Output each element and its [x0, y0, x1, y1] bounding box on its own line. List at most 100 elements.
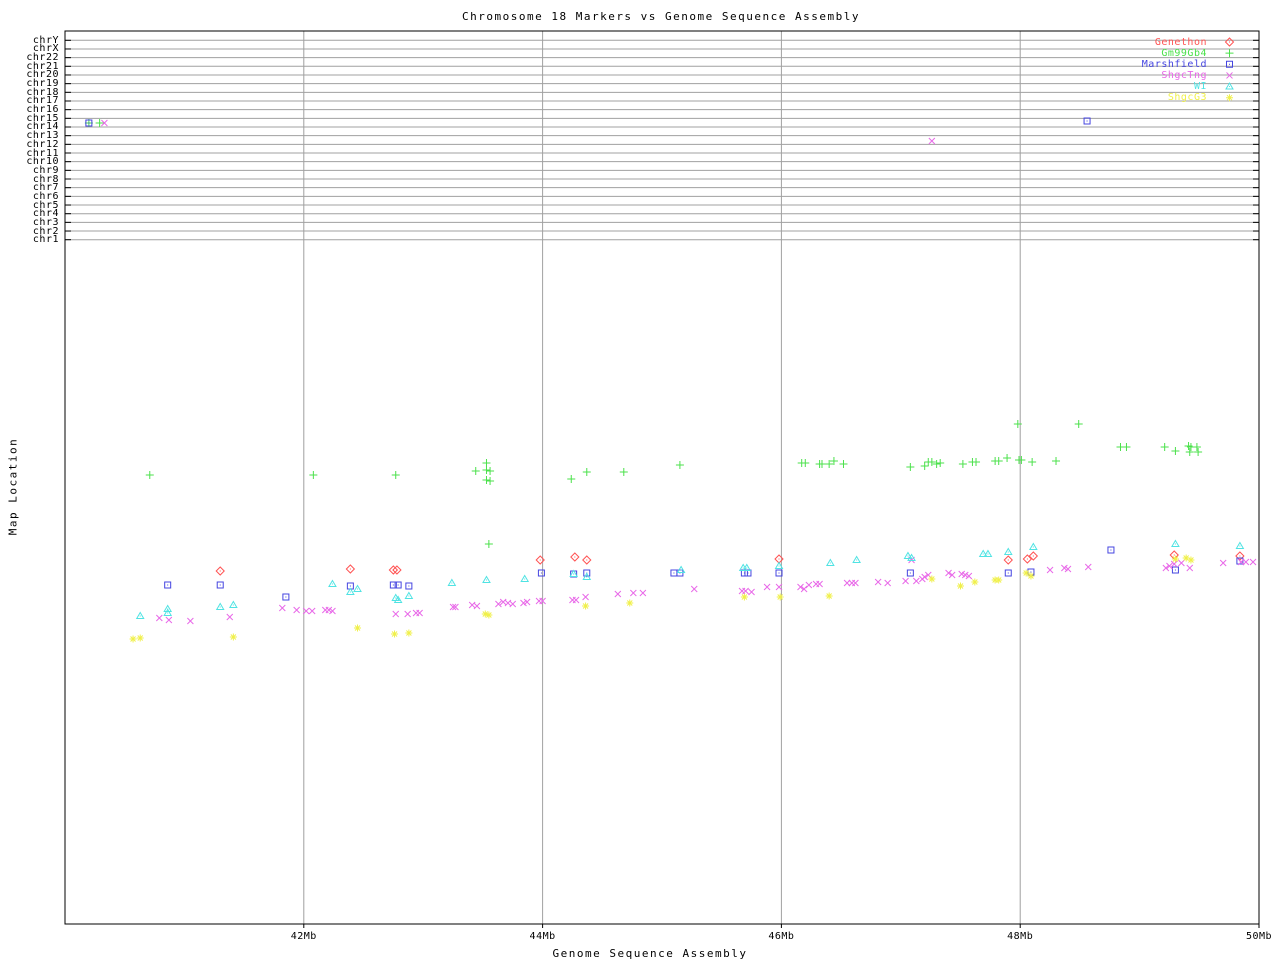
- data-point-diamond: [1224, 37, 1235, 47]
- data-point-xmark: [884, 579, 892, 587]
- data-point-square: [1083, 117, 1091, 125]
- data-point-xmark: [639, 589, 647, 597]
- data-point-xmark: [155, 614, 163, 622]
- data-point-star: [391, 630, 399, 638]
- data-point-plus: [1028, 458, 1037, 466]
- data-point-triangle: [353, 584, 362, 592]
- data-point-xmark: [629, 589, 637, 597]
- data-point-xmark: [473, 602, 481, 610]
- data-point-plus: [567, 475, 576, 483]
- data-point-star: [971, 578, 979, 586]
- data-point-diamond: [1003, 555, 1013, 565]
- data-point-star: [928, 575, 936, 583]
- data-point-star: [129, 635, 137, 643]
- data-point-plus: [675, 461, 684, 469]
- data-point-xmark: [805, 581, 813, 589]
- data-point-plus: [1003, 454, 1012, 462]
- x-tick-label: 42Mb: [290, 931, 317, 942]
- x-tick-label: 44Mb: [529, 931, 556, 942]
- data-point-xmark: [226, 613, 234, 621]
- data-point-plus: [932, 460, 941, 468]
- data-point-star: [776, 593, 784, 601]
- data-point-plus: [994, 457, 1003, 465]
- data-point-diamond: [582, 555, 592, 565]
- data-point-plus: [486, 467, 495, 475]
- x-axis-title: Genome Sequence Assembly: [552, 947, 748, 960]
- data-point-xmark: [1219, 559, 1227, 567]
- data-point-plus: [1160, 443, 1169, 451]
- data-point-plus: [482, 466, 491, 474]
- data-point-xmark: [852, 579, 859, 587]
- data-point-triangle: [852, 555, 861, 563]
- legend-label-marshfield: Marshfield: [1141, 58, 1207, 70]
- data-point-xmark: [1084, 563, 1092, 571]
- data-point-xmark: [509, 600, 517, 608]
- plot-frame: [64, 30, 1260, 925]
- data-point-star: [485, 611, 493, 619]
- data-point-plus: [920, 462, 929, 470]
- data-point-xmark: [748, 588, 755, 596]
- data-point-star: [229, 633, 237, 641]
- data-point-triangle: [1171, 539, 1180, 547]
- data-point-plus: [1074, 420, 1083, 428]
- data-point-plus: [1052, 457, 1061, 465]
- y-axis-label-chr1: chr1: [32, 234, 59, 246]
- data-point-star: [740, 593, 748, 601]
- data-point-square: [405, 582, 413, 590]
- data-point-plus: [1192, 443, 1201, 451]
- data-point-triangle: [135, 611, 145, 619]
- data-point-star: [354, 624, 362, 632]
- data-point-xmark: [278, 604, 286, 612]
- legend-label-gm99gb4: Gm99Gb4: [1161, 47, 1207, 59]
- data-point-plus: [1122, 443, 1131, 451]
- data-point-square: [1171, 566, 1179, 574]
- data-point-triangle: [447, 578, 457, 586]
- x-tick-label: 46Mb: [768, 931, 795, 942]
- data-point-diamond: [570, 552, 580, 562]
- data-point-xmark: [928, 137, 936, 145]
- data-point-triangle: [482, 575, 491, 583]
- data-point-triangle: [215, 602, 225, 610]
- data-point-star: [405, 629, 413, 637]
- data-point-plus: [936, 459, 945, 467]
- data-point-xmark: [1186, 564, 1194, 572]
- data-point-xmark: [912, 577, 920, 585]
- data-point-star: [995, 576, 1003, 584]
- data-point-star: [1187, 556, 1195, 564]
- data-point-plus: [471, 467, 480, 475]
- data-point-xmark: [416, 609, 423, 617]
- data-point-xmark: [1178, 559, 1185, 567]
- data-point-xmark: [308, 607, 316, 615]
- data-point-star: [626, 599, 634, 607]
- y-axis-title: Map Location: [6, 437, 20, 536]
- data-point-xmark: [582, 593, 589, 601]
- data-point-square: [1107, 546, 1115, 554]
- data-point-square: [906, 569, 914, 577]
- data-point-plus: [1194, 448, 1203, 456]
- data-point-xmark: [392, 610, 400, 618]
- data-point-triangle: [1235, 541, 1245, 549]
- data-point-plus: [1185, 448, 1194, 456]
- data-point-square: [282, 593, 290, 601]
- data-point-xmark: [690, 585, 698, 593]
- data-point-plus: [619, 468, 628, 476]
- data-point-xmark: [293, 606, 300, 614]
- data-point-plus: [927, 458, 936, 466]
- data-point-star: [1171, 555, 1179, 563]
- data-point-square: [537, 569, 545, 577]
- data-point-xmark: [1249, 558, 1257, 566]
- data-point-square: [164, 581, 172, 589]
- data-point-plus: [145, 471, 154, 479]
- data-point-xmark: [572, 596, 580, 604]
- data-point-xmark: [902, 577, 909, 585]
- data-point-plus: [309, 471, 318, 479]
- data-point-plus: [906, 463, 915, 471]
- x-tick-label: 48Mb: [1007, 931, 1034, 942]
- data-point-star: [825, 592, 833, 600]
- data-point-diamond: [215, 566, 225, 576]
- data-point-plus: [1225, 49, 1234, 58]
- legend-label-shgctng: ShgcTng: [1161, 69, 1207, 81]
- data-point-star: [957, 582, 964, 590]
- data-point-plus: [391, 471, 400, 479]
- data-point-diamond: [345, 564, 356, 574]
